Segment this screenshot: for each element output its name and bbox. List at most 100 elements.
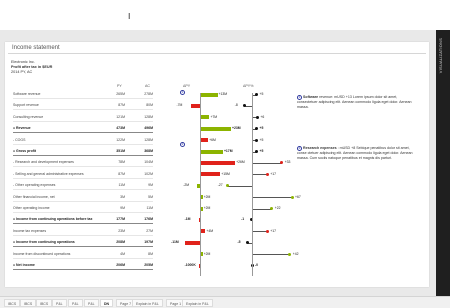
pct-label: -5 — [237, 240, 241, 245]
page-tab[interactable]: P&L — [52, 299, 67, 307]
delta-bar[interactable] — [185, 240, 200, 245]
delta-bar[interactable] — [200, 149, 223, 154]
row-ac-value: 80M — [146, 103, 153, 108]
row-label: Income from discontinued operations — [13, 251, 71, 256]
row-py-value: 473M — [116, 126, 125, 131]
row-label: = Net income — [13, 263, 35, 267]
col-head-py: PY — [117, 84, 122, 88]
pct-pin-head[interactable] — [255, 138, 258, 142]
delta-label: +2M — [203, 194, 211, 199]
row-py-value: 87M — [118, 103, 125, 108]
row-py-value: 208M — [116, 240, 125, 245]
row-py-value: 265M — [116, 92, 125, 96]
page-tab[interactable]: IBCS — [4, 299, 21, 307]
pct-axis — [252, 93, 253, 276]
row-divider — [13, 189, 153, 191]
pct-pin-head[interactable] — [270, 207, 274, 210]
note-research: 2 Research expenses : mUSD +8 Sebique pe… — [297, 146, 415, 161]
delta-bar[interactable] — [200, 138, 209, 143]
page-title: Income statement — [12, 45, 60, 51]
pct-label: -0 — [255, 263, 259, 267]
report-page: Income statement Electronic Inc. Profit … — [5, 42, 429, 287]
pct-pin-head[interactable] — [290, 195, 294, 199]
delta-label: -1M — [184, 217, 191, 222]
row-ac-value: 205M — [144, 263, 153, 267]
row-divider — [13, 120, 153, 122]
delta-label: -2M — [183, 183, 190, 188]
row-label: Consulting revenue — [13, 114, 44, 119]
page-tab[interactable]: Explain in P&L — [132, 299, 163, 307]
row-py-value: 3M — [120, 194, 125, 199]
pct-pin-head[interactable] — [265, 172, 269, 176]
row-py-value: 78M — [118, 160, 125, 165]
report-meta: Electronic Inc. Profit after tax in $EUR… — [11, 60, 52, 75]
row-ac-value: 278M — [144, 92, 153, 96]
delta-label: +15M — [221, 171, 230, 176]
pct-pin-head[interactable] — [226, 184, 230, 188]
col-head-delta-py-pct: ΔPY% — [243, 84, 254, 88]
row-ac-value: 5M — [148, 194, 153, 199]
page-tab[interactable]: IBCS — [36, 299, 53, 307]
row-divider — [13, 223, 153, 225]
page-tab[interactable]: Explain in P&L — [182, 299, 213, 307]
visualizations-pane[interactable]: VISUALIZATIONS — [436, 30, 450, 296]
page-tab[interactable]: P&L — [68, 299, 83, 307]
pct-pin-head[interactable] — [255, 150, 258, 153]
row-label: = Income from continuing operations — [13, 240, 75, 245]
pct-pin — [227, 185, 252, 187]
pct-pin — [252, 254, 290, 256]
delta-bar[interactable] — [200, 92, 218, 97]
col-head-delta-py: ΔPY — [183, 84, 191, 88]
row-label: Software revenue — [13, 92, 41, 96]
delta-bar[interactable] — [200, 126, 232, 131]
pct-pin-head[interactable] — [243, 104, 247, 108]
pct-label: +6 — [260, 114, 265, 119]
pct-pin-head[interactable] — [255, 115, 259, 119]
pct-label: +33 — [284, 160, 291, 165]
delta-bar[interactable] — [200, 115, 210, 120]
row-label: Income tax expenses — [13, 228, 47, 233]
delta-bar[interactable] — [200, 172, 221, 177]
note-2-head: Research expenses — [303, 146, 337, 150]
pct-label: +17 — [270, 171, 277, 176]
row-ac-value: 11M — [146, 206, 153, 210]
col-head-ac: AC — [145, 84, 150, 88]
row-py-value: 121M — [116, 114, 125, 119]
row-divider — [13, 177, 153, 179]
row-label: = Revenue — [13, 126, 31, 131]
row-label: Support revenue — [13, 103, 39, 108]
pct-pin — [252, 208, 272, 210]
row-divider — [13, 143, 153, 145]
row-divider — [13, 109, 153, 111]
pct-label: -27 — [217, 183, 223, 188]
note-marker-1[interactable]: 1 — [180, 90, 185, 95]
page-tab[interactable]: DN — [100, 299, 114, 307]
row-py-value: 122M — [116, 137, 125, 142]
page-tab[interactable]: P&L — [84, 299, 99, 307]
delta-label: -11M — [171, 240, 179, 245]
pct-pin-head[interactable] — [265, 229, 269, 233]
row-label: = Income from continuing operations befo… — [13, 217, 93, 222]
row-divider — [13, 98, 153, 99]
pct-pin-head[interactable] — [246, 241, 249, 245]
delta-bar[interactable] — [200, 160, 236, 165]
row-divider — [13, 200, 153, 202]
pct-pin-head[interactable] — [255, 93, 258, 96]
row-ac-value: 8M — [148, 251, 153, 256]
delta-label: +17M — [223, 149, 233, 153]
note-2-icon: 2 — [297, 146, 302, 151]
page-tab[interactable]: IBCS — [20, 299, 37, 307]
row-label: Other operating income — [13, 206, 50, 210]
pct-pin-head[interactable] — [255, 127, 258, 131]
report-period: 2014 PY, AC — [11, 70, 33, 74]
row-py-value: 4M — [120, 251, 125, 256]
pct-pin-head[interactable] — [288, 252, 292, 256]
delta-bar[interactable] — [190, 103, 200, 108]
row-label: = Gross profit — [13, 149, 37, 153]
pct-pin-head[interactable] — [280, 161, 284, 165]
note-marker-2[interactable]: 2 — [180, 142, 185, 147]
pct-pin — [252, 162, 282, 164]
top-area: I — [0, 0, 450, 30]
row-ac-value: 128M — [144, 137, 153, 142]
pct-label: +17 — [270, 228, 277, 233]
